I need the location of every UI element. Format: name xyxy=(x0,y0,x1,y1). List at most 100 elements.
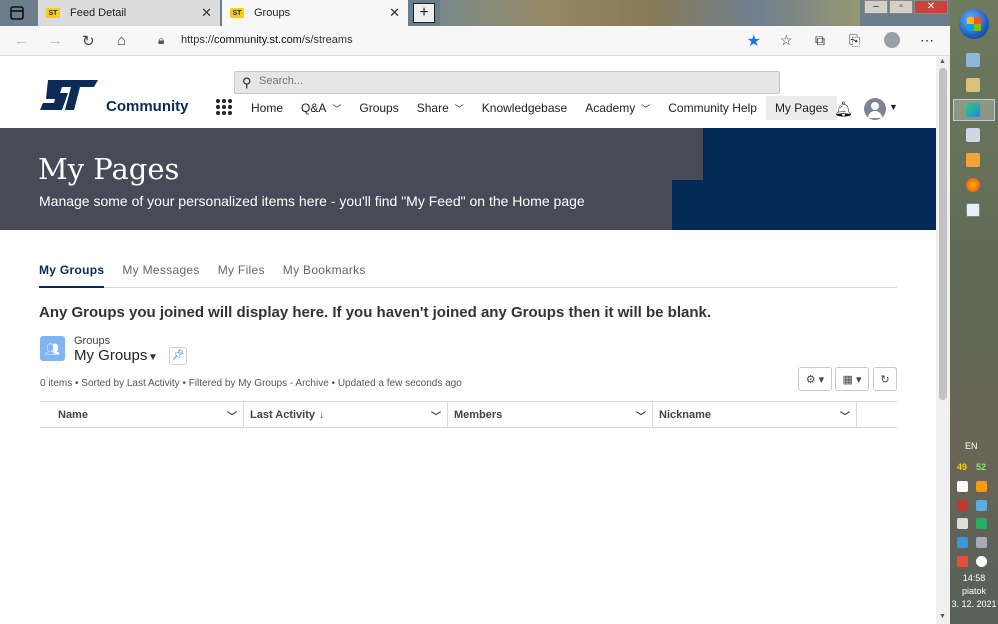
nav-academy[interactable]: Academy ﹀ xyxy=(576,96,659,120)
tab-actions-icon[interactable] xyxy=(6,4,28,22)
close-icon[interactable]: ✕ xyxy=(201,5,212,21)
tray-app-icon[interactable] xyxy=(957,537,968,548)
column-header-last-activity[interactable]: Last Activity ↓ ﹀ xyxy=(244,402,448,427)
nav-community-help[interactable]: Community Help xyxy=(659,96,766,120)
list-view-name[interactable]: My Groups xyxy=(74,347,147,364)
pin-icon[interactable]: 📌︎ xyxy=(169,347,187,365)
nav-qa[interactable]: Q&A ﹀ xyxy=(292,96,350,120)
close-icon[interactable]: ✕ xyxy=(389,5,400,21)
address-bar[interactable]: 🔒︎ https://community.st.com/s/streams ★ xyxy=(146,30,771,52)
search-input[interactable] xyxy=(259,75,759,87)
lock-icon[interactable]: 🔒︎ xyxy=(158,33,164,48)
page-banner: My Pages Manage some of your personalize… xyxy=(0,128,936,230)
st-favicon-icon: ST xyxy=(46,8,60,18)
avatar[interactable] xyxy=(864,98,886,120)
refresh-icon[interactable]: ↻ xyxy=(82,32,95,50)
tab-my-messages[interactable]: My Messages xyxy=(122,261,199,288)
browser-tab-strip: ST Feed Detail ✕ ST Groups ✕ + – ▫ ✕ xyxy=(0,0,950,26)
browser-essentials-icon[interactable]: ⎘ xyxy=(849,32,860,49)
desktop-wallpaper-strip xyxy=(440,0,860,26)
tray-app-icon[interactable] xyxy=(957,500,968,511)
bell-icon[interactable]: 🔔︎ xyxy=(834,100,853,118)
nav-knowledgebase[interactable]: Knowledgebase xyxy=(473,96,576,120)
url-text[interactable]: https://community.st.com/s/streams xyxy=(181,34,353,46)
explorer-icon[interactable] xyxy=(966,53,980,67)
groups-icon: 👥︎ xyxy=(40,336,65,361)
floppy-icon[interactable] xyxy=(966,128,980,142)
nav-label: Knowledgebase xyxy=(481,101,568,115)
tray-app-icon[interactable] xyxy=(976,556,987,567)
list-settings-button[interactable]: ⚙ ▾ xyxy=(798,367,832,391)
table-header: Name ﹀ Last Activity ↓ ﹀ Members ﹀ Nickname ﹀ xyxy=(40,401,897,428)
chevron-down-icon[interactable]: ﹀ xyxy=(636,408,646,423)
nav-my-pages[interactable]: My Pages xyxy=(765,96,838,120)
tab-my-bookmarks[interactable]: My Bookmarks xyxy=(283,261,366,288)
action-center-icon[interactable] xyxy=(957,481,968,492)
column-label: Name xyxy=(58,408,88,421)
groups-notice: Any Groups you joined will display here.… xyxy=(39,304,711,321)
home-icon[interactable]: ⌂ xyxy=(117,32,126,49)
st-favicon-icon: ST xyxy=(230,8,244,18)
caret-down-icon[interactable]: ▼ xyxy=(889,102,898,112)
forward-icon[interactable]: → xyxy=(48,32,63,49)
chevron-down-icon[interactable]: ﹀ xyxy=(431,408,441,423)
folder-icon[interactable] xyxy=(966,78,980,92)
column-label: Nickname xyxy=(659,408,711,421)
refresh-button[interactable]: ↻ xyxy=(873,367,897,391)
nav-home[interactable]: Home xyxy=(242,96,292,120)
close-window-button[interactable]: ✕ xyxy=(914,0,948,14)
browser-tab-groups[interactable]: ST Groups ✕ xyxy=(222,0,408,26)
tab-my-files[interactable]: My Files xyxy=(218,261,265,288)
scroll-down-icon[interactable]: ▼ xyxy=(939,613,946,620)
st-logo-icon[interactable] xyxy=(40,80,98,110)
nav-groups[interactable]: Groups xyxy=(350,96,407,120)
scroll-up-icon[interactable]: ▲ xyxy=(939,58,946,65)
browser-tab-feed-detail[interactable]: ST Feed Detail ✕ xyxy=(38,0,220,26)
column-header-nickname[interactable]: Nickname ﹀ xyxy=(653,402,857,427)
list-view-picker-icon[interactable]: ▼ xyxy=(148,352,158,363)
minimize-button[interactable]: – xyxy=(864,0,888,14)
chevron-down-icon[interactable]: ﹀ xyxy=(227,408,237,423)
language-indicator[interactable]: EN xyxy=(965,441,978,451)
network-icon[interactable] xyxy=(957,518,968,529)
list-object-label: Groups xyxy=(74,335,111,347)
edge-icon[interactable] xyxy=(966,103,980,117)
favorite-star-icon[interactable]: ★ xyxy=(747,31,761,51)
system-clock[interactable]: 14:58 piatok 3. 12. 2021 xyxy=(950,572,998,611)
page-scrollbar[interactable]: ▲ ▼ xyxy=(936,56,950,624)
menu-icon[interactable]: ⋯ xyxy=(920,32,934,49)
tray-app-icon[interactable] xyxy=(976,500,987,511)
new-tab-button[interactable]: + xyxy=(413,3,435,23)
profile-icon[interactable] xyxy=(884,32,900,48)
tray-app-icon[interactable] xyxy=(976,537,987,548)
firefox-icon[interactable] xyxy=(966,178,980,192)
tray-app-icon[interactable] xyxy=(976,481,987,492)
column-header-members[interactable]: Members ﹀ xyxy=(448,402,653,427)
scroll-thumb[interactable] xyxy=(939,68,947,400)
chevron-down-icon: ﹀ xyxy=(641,103,651,114)
collections-icon[interactable]: ⧉ xyxy=(815,32,825,49)
volume-muted-icon[interactable] xyxy=(957,556,968,567)
tray-check-icon[interactable] xyxy=(976,518,987,529)
search-icon: ⚲ xyxy=(242,75,252,90)
maximize-button[interactable]: ▫ xyxy=(889,0,913,14)
url-scheme: https:// xyxy=(181,34,215,46)
tab-my-groups[interactable]: My Groups xyxy=(39,261,105,288)
chevron-down-icon[interactable]: ﹀ xyxy=(840,408,850,423)
sort-arrow-icon: ↓ xyxy=(319,408,325,421)
search-box[interactable]: ⚲ xyxy=(234,71,780,94)
brand-name[interactable]: Community xyxy=(106,98,189,115)
display-as-button[interactable]: ▦ ▾ xyxy=(835,367,869,391)
nav-share[interactable]: Share ﹀ xyxy=(408,96,473,120)
clock-day: piatok xyxy=(961,586,987,596)
page-title: My Pages xyxy=(38,152,180,186)
media-player-icon[interactable] xyxy=(966,153,980,167)
start-button[interactable] xyxy=(959,9,989,39)
chevron-down-icon: ﹀ xyxy=(454,103,464,114)
notepad-icon[interactable] xyxy=(966,203,980,217)
back-icon[interactable]: ← xyxy=(14,32,29,49)
column-header-name[interactable]: Name ﹀ xyxy=(40,402,244,427)
app-launcher-icon[interactable] xyxy=(216,99,232,115)
nav-label: Q&A xyxy=(301,101,327,115)
favorites-icon[interactable]: ☆ xyxy=(780,32,793,49)
